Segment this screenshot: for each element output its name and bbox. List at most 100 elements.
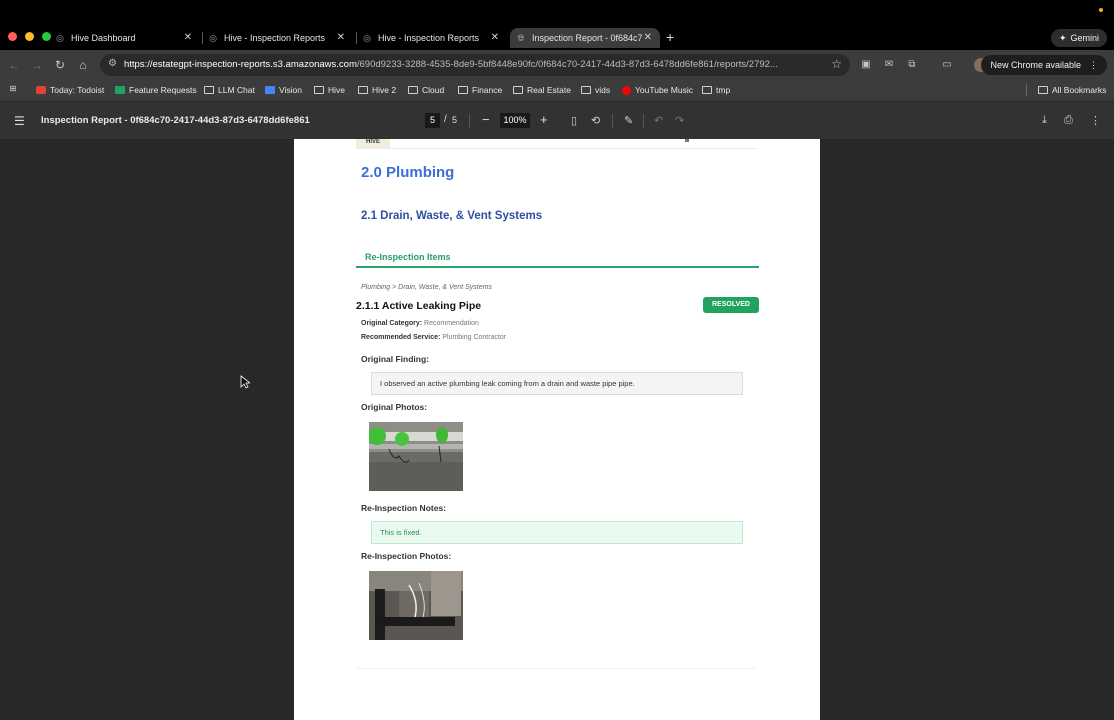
new-chrome-available-button[interactable]: New Chrome available ⋮ [981,55,1107,75]
bookmark-tmp[interactable]: tmp [702,85,730,95]
hive-logo: HIVE [356,139,390,148]
home-button[interactable]: ⌂ [75,57,91,73]
folder-icon [314,86,324,94]
notification-dot [1099,8,1103,12]
reload-button[interactable]: ↻ [52,57,68,73]
subsection-title: 2.1 Drain, Waste, & Vent Systems [361,210,543,222]
bookmark-vids[interactable]: vids [581,85,610,95]
hive-favicon-icon: ◎ [56,33,64,43]
bookmark-youtube-music[interactable]: YouTube Music [622,85,693,95]
address-bar[interactable]: ⚙ https://estategpt-inspection-reports.s… [100,54,850,76]
bookmark-hive[interactable]: Hive [314,85,345,95]
side-panel-icon[interactable]: ▭ [940,58,954,72]
group-divider [356,266,759,268]
fit-page-icon[interactable]: ▯ [571,114,577,127]
tab-inspection-report-active[interactable]: 🌐︎ Inspection Report - 0f684c70 ✕ [510,28,660,48]
all-bookmarks-button[interactable]: All Bookmarks [1038,85,1106,95]
original-photos-label: Original Photos: [361,402,428,412]
tab-strip: ◎ Hive Dashboard ✕ ◎ Hive - Inspection R… [0,0,1114,50]
reinspection-notes-box: This is fixed. [371,521,743,544]
redo-icon[interactable]: ↷ [675,114,684,127]
gemini-button[interactable]: ✦ Gemini [1050,29,1107,47]
extensions-icon[interactable]: ⧉ [905,58,919,72]
tab-title: Hive Dashboard [71,33,136,43]
docs-icon [265,86,275,94]
sparkle-icon: ✦ [1058,32,1067,43]
bookmark-todoist[interactable]: Today: Todoist [36,85,104,95]
pdf-viewer-area[interactable]: HIVE 2.0 Plumbing 2.1 Drain, Waste, & Ve… [0,139,1114,720]
folder-icon [1038,86,1048,94]
camera-icon[interactable]: ▣ [859,58,873,72]
sheets-icon [115,86,125,94]
reinspection-notes-label: Re-Inspection Notes: [361,503,447,513]
close-tab-icon[interactable]: ✕ [337,32,345,43]
bookmark-finance[interactable]: Finance [458,85,502,95]
globe-icon: 🌐︎ [517,33,525,43]
close-tab-icon[interactable]: ✕ [184,32,192,43]
page-number-input[interactable]: 5 [425,113,440,128]
folder-icon [458,86,468,94]
bookmark-real-estate[interactable]: Real Estate [513,85,571,95]
status-badge: RESOLVED [703,297,759,313]
tab-inspection-reports-1[interactable]: ◎ Hive - Inspection Reports ✕ [208,28,353,48]
item-breadcrumb: Plumbing > Drain, Waste, & Vent Systems [361,284,492,291]
close-tab-icon[interactable]: ✕ [644,32,652,43]
apps-grid-icon[interactable]: ⊞ [8,85,18,93]
more-menu-icon[interactable]: ⋮ [1089,60,1098,71]
pdf-page: HIVE 2.0 Plumbing 2.1 Drain, Waste, & Ve… [294,139,820,720]
recommended-service: Recommended Service: Plumbing Contractor [361,334,507,341]
url-path: /690d9233-3288-4535-8de9-5bf8448e90fc/0f… [356,59,778,70]
print-icon[interactable]: ⎙ [1064,114,1073,127]
section-title: 2.0 Plumbing [361,164,455,181]
browser-toolbar: ← → ↻ ⌂ ⚙ https://estategpt-inspection-r… [0,50,1114,80]
original-photo[interactable] [369,422,463,491]
tab-inspection-reports-2[interactable]: ◎ Hive - Inspection Reports ✕ [362,28,507,48]
maximize-window-button[interactable] [42,32,51,41]
mail-icon[interactable]: ✉ [882,58,896,72]
bookmark-feature-requests[interactable]: Feature Requests [115,85,197,95]
group-heading: Re-Inspection Items [365,252,451,262]
bookmark-star-icon[interactable]: ☆ [831,57,842,71]
tab-hive-dashboard[interactable]: ◎ Hive Dashboard ✕ [55,28,200,48]
url-host: https://estategpt-inspection-reports.s3.… [124,59,357,70]
header-mark [685,139,689,142]
close-tab-icon[interactable]: ✕ [491,32,499,43]
folder-icon [204,86,214,94]
folder-icon [513,86,523,94]
pdf-toolbar: ☰ Inspection Report - 0f684c70-2417-44d3… [0,102,1114,139]
forward-button[interactable]: → [29,57,45,73]
hamburger-menu-icon[interactable]: ☰ [14,114,25,128]
original-finding-label: Original Finding: [361,354,429,364]
back-button[interactable]: ← [6,57,22,73]
minimize-window-button[interactable] [25,32,34,41]
reinspection-photos-label: Re-Inspection Photos: [361,551,452,561]
bookmark-llm-chat[interactable]: LLM Chat [204,85,255,95]
hive-favicon-icon: ◎ [363,33,371,43]
todoist-icon [36,86,46,94]
bookmark-cloud[interactable]: Cloud [408,85,444,95]
annotate-pen-icon[interactable]: ✎ [624,114,633,127]
close-window-button[interactable] [8,32,17,41]
zoom-level-input[interactable]: 100% [500,113,530,128]
mouse-cursor-icon [240,375,250,389]
bookmark-hive-2[interactable]: Hive 2 [358,85,396,95]
folder-icon [581,86,591,94]
item-title: 2.1.1 Active Leaking Pipe [356,300,482,312]
undo-icon[interactable]: ↶ [654,114,663,127]
download-icon[interactable]: ⤓ [1042,114,1047,127]
more-actions-icon[interactable]: ⋮ [1090,114,1101,127]
youtube-music-icon [622,85,631,95]
original-finding-box: I observed an active plumbing leak comin… [371,372,743,395]
new-chrome-label: New Chrome available [990,60,1081,70]
folder-icon [358,86,368,94]
folder-icon [408,86,418,94]
zoom-out-button[interactable]: − [482,112,490,127]
pdf-title: Inspection Report - 0f684c70-2417-44d3-8… [41,115,310,126]
reinspection-photo[interactable] [369,571,463,640]
new-tab-button[interactable]: + [666,29,674,45]
zoom-in-button[interactable]: + [540,112,548,127]
site-settings-icon[interactable]: ⚙ [108,58,117,69]
bookmark-vision[interactable]: Vision [265,85,302,95]
rotate-icon[interactable]: ⟲ [591,114,600,127]
hive-favicon-icon: ◎ [209,33,217,43]
